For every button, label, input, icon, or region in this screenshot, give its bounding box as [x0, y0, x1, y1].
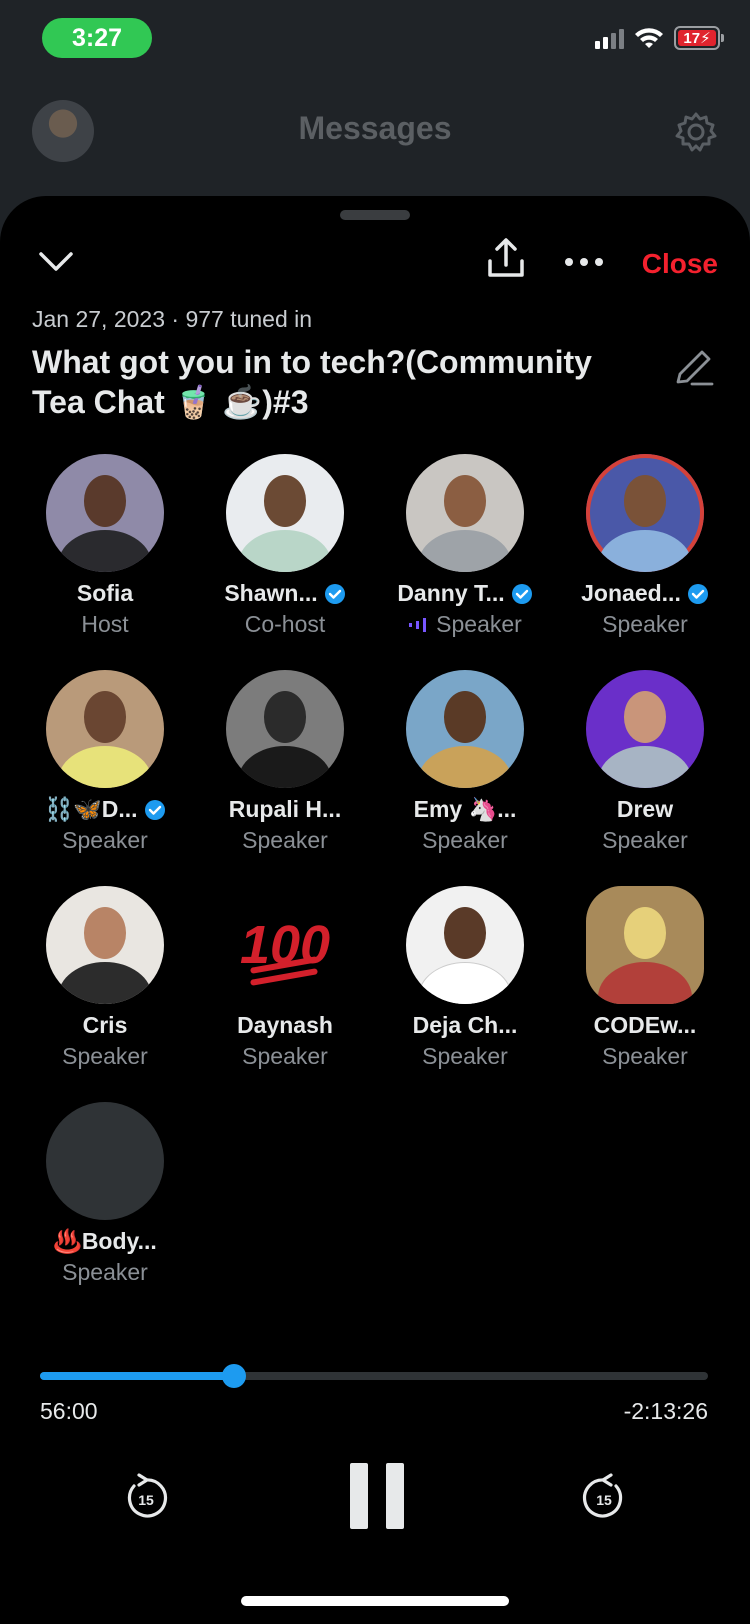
avatar — [46, 1102, 164, 1220]
verified-badge-icon — [687, 583, 708, 604]
speaker-tile[interactable]: CODEw... Speaker — [555, 886, 735, 1070]
speaker-tile[interactable]: Danny T... Speaker — [375, 454, 555, 638]
avatar — [406, 670, 524, 788]
speaker-tile[interactable]: ⛓️🦋D... Speaker — [15, 670, 195, 854]
battery-level: 17 — [683, 29, 701, 47]
sheet-grabber[interactable] — [340, 210, 410, 220]
speaker-role: Co-host — [244, 611, 326, 637]
speaker-tile[interactable]: Shawn... Co-host — [195, 454, 375, 638]
pause-bar — [386, 1463, 404, 1529]
edit-icon[interactable] — [672, 346, 716, 390]
speaker-name: Daynash — [237, 1012, 333, 1038]
verified-badge-icon — [511, 583, 532, 604]
speaker-name: ⛓️🦋D... — [44, 796, 138, 822]
speaker-name: Danny T... — [397, 580, 505, 606]
avatar — [586, 670, 704, 788]
speaker-tile[interactable]: Cris Speaker — [15, 886, 195, 1070]
speaker-tile[interactable]: ♨️Body... Speaker — [15, 1102, 195, 1286]
avatar — [406, 886, 524, 1004]
speaker-tile[interactable]: Jonaed... Speaker — [555, 454, 735, 638]
speaker-role: Speaker — [602, 827, 688, 853]
speaker-grid: Sofia Host Shawn... Co-host Danny T... S… — [15, 454, 735, 1286]
pause-bar — [350, 1463, 368, 1529]
speaker-name: CODEw... — [593, 1012, 697, 1038]
space-meta: Jan 27, 2023 · 977 tuned in — [32, 306, 313, 332]
speaker-name: Deja Ch... — [412, 1012, 518, 1038]
speaker-name: Cris — [82, 1012, 128, 1038]
share-icon — [488, 238, 524, 277]
minimize-button[interactable] — [30, 236, 82, 288]
speaker-name: Shawn... — [224, 580, 318, 606]
gear-icon — [675, 112, 717, 152]
speaker-name: Emy 🦄... — [413, 796, 517, 822]
skip-back-button[interactable]: 15 — [120, 1472, 172, 1524]
speaker-role: Host — [81, 611, 129, 637]
avatar — [226, 670, 344, 788]
space-title: What got you in to tech?(Community Tea C… — [32, 344, 592, 420]
speaker-tile[interactable]: 100 Daynash Speaker — [195, 886, 375, 1070]
elapsed-time: 56:00 — [40, 1398, 98, 1424]
scrubber-handle[interactable] — [221, 1364, 246, 1388]
avatar — [46, 886, 164, 1004]
speaker-name: ♨️Body... — [53, 1228, 157, 1254]
speaker-role: Speaker — [436, 611, 522, 637]
speaker-tile[interactable]: Emy 🦄... Speaker — [375, 670, 555, 854]
speaker-tile[interactable]: Rupali H... Speaker — [195, 670, 375, 854]
avatar — [586, 454, 704, 572]
speaker-role: Speaker — [422, 827, 508, 853]
avatar — [226, 454, 344, 572]
playback-progress[interactable] — [40, 1364, 708, 1388]
speaker-role: Speaker — [602, 1043, 688, 1069]
progress-played — [40, 1372, 234, 1380]
status-icons: 17 ⚡ — [595, 26, 724, 50]
speaking-indicator-icon — [409, 617, 427, 632]
speaker-name: Rupali H... — [228, 796, 342, 822]
hundred-points-icon: 100 — [226, 886, 344, 1004]
avatar — [406, 454, 524, 572]
more-icon — [565, 258, 603, 266]
skip-forward-label: 15 — [596, 1492, 612, 1508]
speaker-tile[interactable]: Drew Speaker — [555, 670, 735, 854]
skip-back-label: 15 — [138, 1492, 154, 1508]
battery-charging-icon: 17 ⚡ — [674, 26, 724, 50]
speaker-role: Speaker — [62, 1043, 148, 1069]
avatar — [586, 886, 704, 1004]
chevron-down-icon — [39, 252, 73, 271]
speaker-tile[interactable]: Deja Ch... Speaker — [375, 886, 555, 1070]
skip-forward-15-icon: 15 — [582, 1473, 623, 1518]
verified-badge-icon — [144, 799, 165, 820]
speaker-name: Sofia — [76, 580, 134, 606]
speaker-name: Drew — [616, 796, 674, 822]
speaker-role: Speaker — [242, 827, 328, 853]
skip-back-15-icon: 15 — [127, 1473, 168, 1518]
signal-icon — [595, 27, 624, 49]
speaker-role: Speaker — [62, 1259, 148, 1285]
avatar — [46, 670, 164, 788]
home-indicator[interactable] — [241, 1596, 509, 1606]
more-button[interactable] — [556, 236, 612, 288]
speaker-role: Speaker — [242, 1043, 328, 1069]
speaker-name: Jonaed... — [581, 580, 681, 606]
speaker-role: Speaker — [62, 827, 148, 853]
status-time: 3:27 — [42, 18, 152, 58]
close-button[interactable]: Close — [642, 248, 718, 280]
pause-button[interactable] — [340, 1462, 414, 1530]
avatar — [46, 454, 164, 572]
verified-badge-icon — [324, 583, 345, 604]
background-title: Messages — [298, 110, 452, 146]
speaker-tile[interactable]: Sofia Host — [15, 454, 195, 638]
skip-forward-button[interactable]: 15 — [578, 1472, 630, 1524]
remaining-time: -2:13:26 — [623, 1398, 708, 1424]
wifi-icon — [635, 28, 663, 48]
speaker-role: Speaker — [422, 1043, 508, 1069]
speaker-role: Speaker — [602, 611, 688, 637]
share-button[interactable] — [480, 232, 532, 284]
